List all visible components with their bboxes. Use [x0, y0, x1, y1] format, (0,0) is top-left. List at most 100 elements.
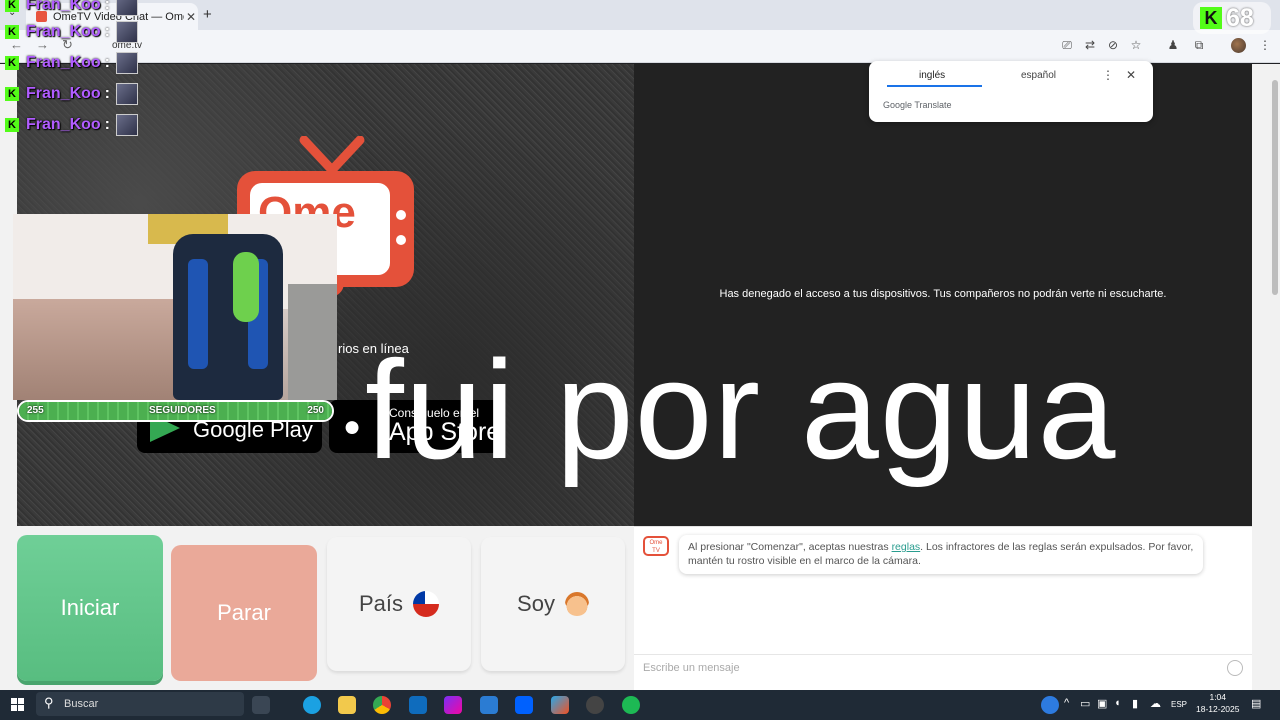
chat-emote [116, 0, 138, 16]
network-icon[interactable]: ▭ [1080, 697, 1090, 710]
followers-goal-bar: 255 SEGUIDORES 250 [17, 400, 334, 422]
scrollbar-thumb[interactable] [1272, 80, 1278, 295]
volume-icon[interactable]: ◖ [1114, 697, 1121, 709]
taskbar-search[interactable]: ⚲ Buscar [36, 692, 244, 716]
tray-chevron-icon[interactable]: ^ [1064, 697, 1069, 709]
profile-avatar[interactable] [1231, 38, 1246, 53]
devices-denied-message: Has denegado el acceso a tus dispositivo… [719, 288, 1167, 300]
kick-badge-icon: K [5, 25, 19, 39]
translate-popup: inglés español ⋮ ✕ Google Translate [869, 61, 1153, 122]
chat-separator: : [104, 23, 110, 40]
extensions-puzzle-icon[interactable]: ⧉ [1192, 38, 1206, 52]
translate-lang-to[interactable]: español [1021, 70, 1056, 81]
stream-chat-line: K Fran_Koo : [5, 81, 138, 107]
tab-strip: ⌄ OmeTV Video Chat — Omegle ✕ + [0, 0, 1280, 30]
gender-button[interactable]: Soy [481, 537, 625, 671]
stream-chat-line: K Fran_Koo : [5, 19, 138, 45]
cloud-icon[interactable]: ☁ [1150, 697, 1161, 710]
stream-chat-line: K Fran_Koo : [5, 0, 138, 18]
outlook-icon[interactable] [409, 696, 427, 714]
start-button[interactable]: Iniciar [17, 535, 163, 681]
new-tab-button[interactable]: + [203, 6, 212, 23]
followers-current: 255 [27, 405, 44, 416]
rules-link[interactable]: reglas [892, 541, 921, 553]
office-icon[interactable] [551, 696, 569, 714]
kick-badge-icon: K [5, 118, 19, 132]
spotify-icon[interactable] [622, 696, 640, 714]
rules-text-start: Al presionar "Comenzar", aceptas nuestra… [688, 541, 892, 553]
chat-emote [116, 114, 138, 136]
copilot-icon[interactable] [444, 696, 462, 714]
chat-input[interactable]: Escribe un mensaje [643, 662, 740, 674]
close-tab-icon[interactable]: ✕ [184, 10, 198, 24]
logo-dot [396, 210, 406, 220]
kick-badge-icon: K [5, 56, 19, 70]
store-icon[interactable] [480, 696, 498, 714]
start-label: Iniciar [60, 595, 120, 620]
chrome-icon[interactable] [373, 696, 391, 714]
chat-separator: : [104, 85, 110, 102]
translate-lang-from[interactable]: inglés [919, 70, 945, 81]
eye-slash-icon[interactable]: ⊘ [1106, 38, 1120, 52]
translate-options-icon[interactable]: ⋮ [1102, 68, 1114, 82]
boy-face-icon [564, 592, 589, 616]
google-translate-brand: Google Translate [883, 100, 952, 110]
taskbar-clock[interactable]: 1:04 18-12-2025 [1196, 691, 1239, 715]
logo-dot [396, 235, 406, 245]
chile-flag-icon [413, 591, 440, 617]
kick-logo-icon: K [1200, 7, 1222, 29]
active-lang-underline [887, 85, 982, 87]
chat-separator: : [104, 116, 110, 133]
language-indicator[interactable]: ESP [1171, 700, 1187, 709]
chat-emote [116, 52, 138, 74]
webcam-frog-plush [233, 252, 259, 322]
kick-badge-icon: K [5, 0, 19, 12]
display-icon[interactable]: ▣ [1097, 697, 1107, 710]
country-button[interactable]: País [327, 537, 471, 671]
clock-time: 1:04 [1209, 692, 1227, 702]
viewer-counter: K 68 [1193, 2, 1271, 34]
microphone-icon[interactable]: ▮ [1132, 697, 1138, 710]
cast-icon[interactable]: ⎚ [1060, 38, 1074, 52]
clock-date: 18-12-2025 [1196, 704, 1240, 714]
file-explorer-icon[interactable] [338, 696, 356, 714]
menu-kebab-icon[interactable]: ⋮ [1258, 38, 1272, 52]
stream-chat-line: K Fran_Koo : [5, 112, 138, 138]
emoji-icon[interactable] [1227, 660, 1243, 676]
address-bar[interactable] [86, 34, 1046, 59]
webcam-chair-stripe [188, 259, 208, 369]
chat-emote [116, 83, 138, 105]
translate-icon[interactable]: ⇄ [1083, 38, 1097, 52]
stop-label: Parar [217, 600, 271, 625]
chat-separator: : [104, 0, 110, 13]
search-icon: ⚲ [44, 695, 54, 710]
obs-icon[interactable] [586, 696, 604, 714]
translate-close-icon[interactable]: ✕ [1126, 68, 1136, 82]
extension-pin-icon[interactable]: ♟ [1166, 38, 1180, 52]
help-icon[interactable] [1041, 696, 1059, 714]
viewer-count: 68 [1226, 4, 1254, 32]
streamer-webcam [13, 214, 337, 400]
dropbox-icon[interactable] [515, 696, 533, 714]
chat-username: Fran_Koo [26, 54, 101, 71]
chat-username: Fran_Koo [26, 0, 101, 13]
rules-message: Al presionar "Comenzar", aceptas nuestra… [679, 535, 1203, 574]
bookmark-star-icon[interactable]: ☆ [1129, 38, 1143, 52]
followers-goal: 250 [307, 405, 324, 416]
gender-label: Soy [517, 591, 555, 616]
stream-caption: fui por agua [365, 331, 1117, 488]
ometv-chat-icon: Ome TV [643, 536, 669, 556]
windows-start-icon[interactable] [11, 698, 24, 711]
stop-button[interactable]: Parar [171, 545, 317, 681]
notifications-icon[interactable]: ▤ [1251, 697, 1261, 710]
stream-chat-line: K Fran_Koo : [5, 50, 138, 76]
kick-badge-icon: K [5, 87, 19, 101]
task-view-icon[interactable] [252, 696, 270, 714]
edge-icon[interactable] [303, 696, 321, 714]
chat-username: Fran_Koo [26, 116, 101, 133]
chat-username: Fran_Koo [26, 85, 101, 102]
followers-label: SEGUIDORES [149, 405, 216, 416]
chat-input-divider [634, 654, 1252, 655]
chat-emote [116, 21, 138, 43]
chat-username: Fran_Koo [26, 23, 101, 40]
